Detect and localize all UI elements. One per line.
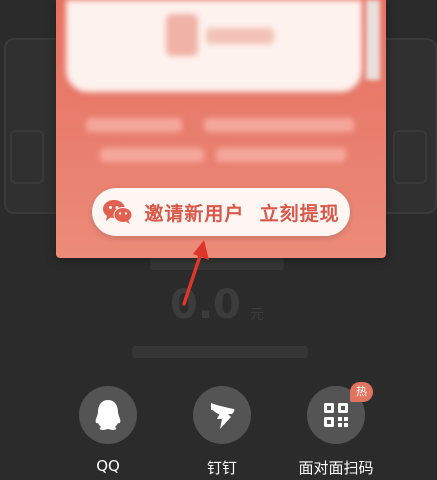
- invite-card: 邀请新用户 立刻提现: [56, 0, 386, 258]
- card-text-blur: [216, 148, 346, 162]
- invite-ticket-image: [66, 0, 362, 92]
- share-sheet-overlay: 0.0 元 邀请新用户 立刻提现 QQ 钉钉 热 面对面扫码: [0, 0, 437, 480]
- ticket-title-blur: [206, 28, 274, 44]
- qrcode-icon: [324, 403, 348, 427]
- invite-withdraw-button[interactable]: 邀请新用户 立刻提现: [92, 188, 350, 236]
- card-text-blur: [86, 118, 182, 132]
- balance-caption-blur: [150, 258, 284, 270]
- invite-button-label: 邀请新用户 立刻提现: [144, 202, 340, 225]
- share-qq-button[interactable]: QQ: [58, 386, 158, 475]
- wechat-icon: [103, 200, 133, 224]
- ticket-logo: [166, 14, 198, 56]
- annotation-arrow-icon: [182, 240, 209, 306]
- card-text-blur: [100, 148, 204, 162]
- card-text-blur: [204, 118, 354, 132]
- hot-badge: 热: [350, 382, 373, 402]
- share-dingtalk-label: 钉钉: [206, 459, 237, 477]
- background-left-panel: [10, 130, 44, 184]
- dingtalk-icon-circle: [193, 386, 251, 444]
- balance-note-blur: [132, 346, 308, 358]
- qq-icon-circle: [79, 386, 137, 444]
- qq-icon: [95, 400, 121, 430]
- background-right-panel: [393, 130, 427, 184]
- share-dingtalk-button[interactable]: 钉钉: [172, 386, 272, 478]
- balance-unit: 元: [250, 307, 264, 323]
- share-qrcode-label: 面对面扫码: [298, 459, 374, 477]
- share-qrcode-button[interactable]: 热 面对面扫码: [286, 382, 386, 478]
- dingtalk-icon: [211, 403, 235, 429]
- share-qq-label: QQ: [96, 457, 120, 475]
- qrcode-icon-circle: 热: [307, 382, 373, 444]
- ticket-side-strip: [366, 0, 380, 80]
